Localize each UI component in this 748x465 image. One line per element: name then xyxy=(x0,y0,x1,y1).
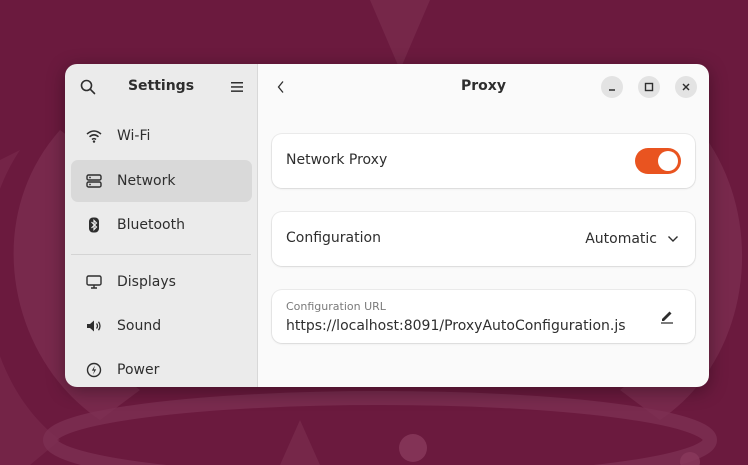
close-icon xyxy=(682,83,690,91)
configuration-label: Configuration xyxy=(286,230,381,246)
sidebar-item-bluetooth[interactable]: Bluetooth xyxy=(71,204,252,246)
sidebar-item-label: Power xyxy=(117,362,160,378)
speaker-icon xyxy=(85,317,103,335)
sidebar-item-network[interactable]: Network xyxy=(71,160,252,202)
minimize-button[interactable] xyxy=(601,76,623,98)
sidebar-item-power[interactable]: Power xyxy=(71,349,252,387)
network-icon xyxy=(85,172,103,190)
network-proxy-toggle[interactable] xyxy=(635,148,681,174)
display-icon xyxy=(85,273,103,291)
sidebar: Settings Wi-Fi Network Bluetooth Display… xyxy=(65,64,258,387)
sidebar-item-label: Sound xyxy=(117,318,162,334)
sidebar-item-label: Wi-Fi xyxy=(117,128,151,144)
chevron-down-icon xyxy=(667,235,679,243)
configuration-url-row: Configuration URL https://localhost:8091… xyxy=(272,290,695,343)
power-icon xyxy=(85,361,103,379)
menu-icon[interactable] xyxy=(228,78,246,96)
configuration-url-value[interactable]: https://localhost:8091/ProxyAutoConfigur… xyxy=(286,318,626,334)
sidebar-item-label: Network xyxy=(117,173,176,189)
sidebar-header: Settings xyxy=(65,64,257,110)
network-proxy-label: Network Proxy xyxy=(286,152,388,168)
sidebar-item-wifi[interactable]: Wi-Fi xyxy=(71,115,252,157)
network-proxy-row: Network Proxy xyxy=(272,134,695,188)
sidebar-item-label: Displays xyxy=(117,274,176,290)
content-area: Proxy Network Proxy Configuration Automa… xyxy=(258,64,709,387)
configuration-value: Automatic xyxy=(585,231,657,247)
sidebar-separator xyxy=(71,254,251,255)
wifi-icon xyxy=(85,127,103,145)
settings-window: Settings Wi-Fi Network Bluetooth Display… xyxy=(65,64,709,387)
toggle-knob xyxy=(658,151,678,171)
maximize-button[interactable] xyxy=(638,76,660,98)
edit-icon[interactable] xyxy=(659,308,675,328)
close-button[interactable] xyxy=(675,76,697,98)
sidebar-item-displays[interactable]: Displays xyxy=(71,261,252,303)
bluetooth-icon xyxy=(85,216,103,234)
minimize-icon xyxy=(609,89,615,91)
sidebar-item-sound[interactable]: Sound xyxy=(71,305,252,347)
configuration-url-label: Configuration URL xyxy=(286,300,386,313)
configuration-row[interactable]: Configuration Automatic xyxy=(272,212,695,266)
configuration-dropdown[interactable]: Automatic xyxy=(585,231,679,247)
sidebar-item-label: Bluetooth xyxy=(117,217,185,233)
maximize-icon xyxy=(644,82,654,92)
